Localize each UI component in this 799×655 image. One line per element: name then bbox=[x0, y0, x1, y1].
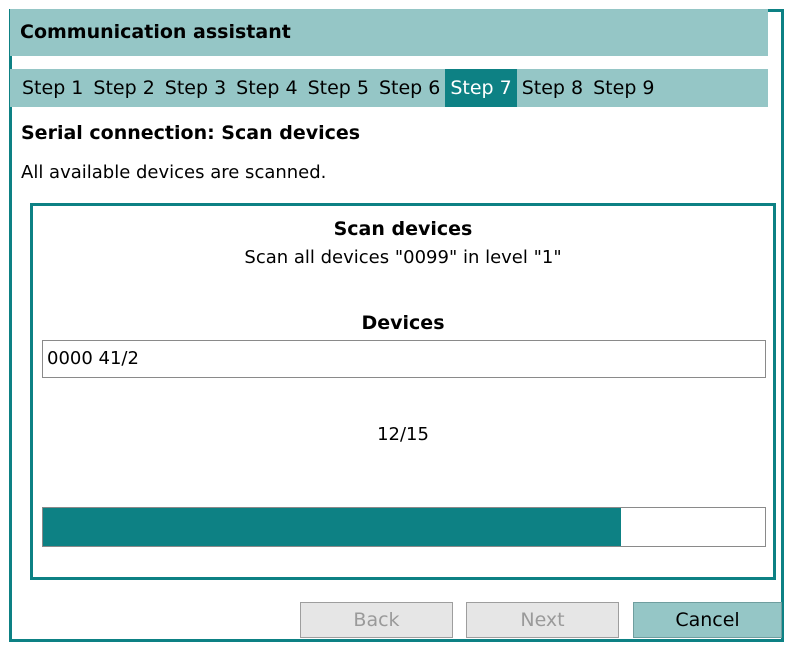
page-description: All available devices are scanned. bbox=[21, 162, 327, 183]
scan-panel: Scan devices Scan all devices "0099" in … bbox=[30, 203, 776, 580]
scan-progress-bar bbox=[42, 507, 766, 547]
devices-label: Devices bbox=[361, 312, 445, 334]
tab-step-3[interactable]: Step 3 bbox=[160, 69, 231, 107]
device-field: 0000 41/2 bbox=[42, 340, 766, 378]
window-title: Communication assistant bbox=[10, 9, 768, 56]
tab-step-2[interactable]: Step 2 bbox=[88, 69, 159, 107]
back-button[interactable]: Back bbox=[300, 602, 453, 638]
tab-step-7[interactable]: Step 7 bbox=[445, 69, 517, 107]
tab-step-8[interactable]: Step 8 bbox=[517, 69, 588, 107]
tab-step-5[interactable]: Step 5 bbox=[303, 69, 374, 107]
scan-subtitle: Scan all devices "0099" in level "1" bbox=[244, 247, 562, 268]
tab-step-1[interactable]: Step 1 bbox=[10, 69, 88, 107]
cancel-button[interactable]: Cancel bbox=[633, 602, 782, 638]
tab-step-6[interactable]: Step 6 bbox=[374, 69, 445, 107]
page-title: Serial connection: Scan devices bbox=[21, 122, 361, 144]
tab-step-9[interactable]: Step 9 bbox=[588, 69, 659, 107]
scan-progress-fill bbox=[43, 508, 621, 546]
scan-count: 12/15 bbox=[377, 424, 429, 445]
step-bar: Step 1 Step 2 Step 3 Step 4 Step 5 Step … bbox=[10, 69, 768, 107]
next-button[interactable]: Next bbox=[466, 602, 619, 638]
tab-step-4[interactable]: Step 4 bbox=[231, 69, 302, 107]
scan-title: Scan devices bbox=[333, 218, 473, 240]
